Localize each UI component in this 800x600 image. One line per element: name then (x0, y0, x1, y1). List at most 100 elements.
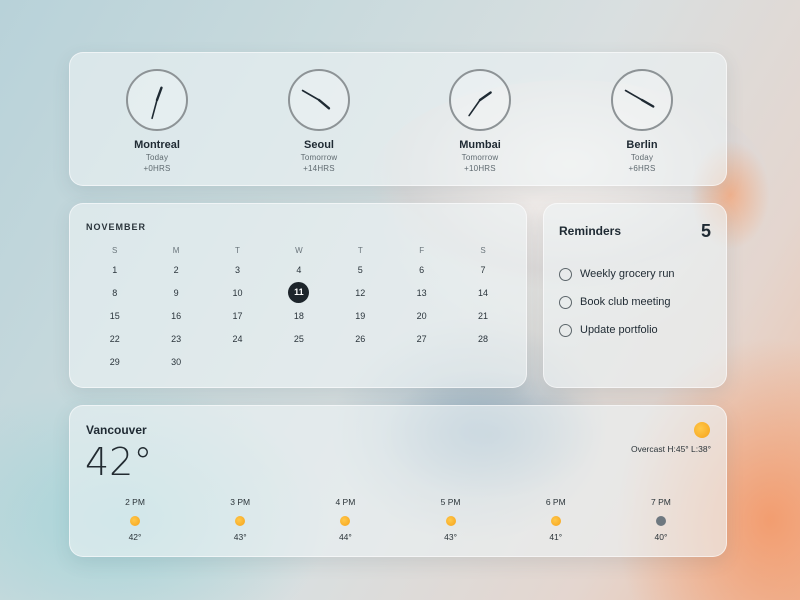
minute-hand (151, 99, 158, 120)
reminder-label: Update portfolio (580, 324, 658, 336)
calendar-day[interactable]: 15 (84, 311, 145, 321)
weather-condition: Overcast H:45° L:38° (630, 444, 711, 454)
calendar-day[interactable]: 7 (452, 265, 513, 275)
hour-temp: 44° (338, 532, 352, 542)
calendar-day[interactable]: 24 (207, 334, 268, 344)
sun-icon (130, 516, 140, 526)
clock-icon (126, 69, 188, 131)
clock-day-label: Today (145, 153, 169, 162)
calendar-day[interactable]: 1 (84, 265, 145, 275)
calendar-day[interactable]: 19 (330, 311, 391, 321)
hour-time: 6 PM (545, 497, 566, 507)
hourly-forecast: 2 PM 42° 3 PM 43° 4 PM 44° 5 PM 43° 6 PM 41° 7 PM 4… (98, 497, 698, 542)
clock-seoul[interactable]: Seoul Tomorrow +14HRS (259, 69, 379, 173)
calendar-day[interactable]: 20 (391, 311, 452, 321)
calendar-day[interactable]: 23 (145, 334, 206, 344)
checkbox-icon[interactable] (559, 267, 572, 281)
calendar-day[interactable]: 29 (84, 357, 145, 367)
clock-day-label: Tomorrow (461, 153, 499, 162)
weekday-label: S (112, 245, 118, 255)
hour-hand (155, 86, 163, 102)
hourly-item: 6 PM 41° (519, 497, 593, 542)
weather-widget[interactable]: Vancouver 42° Overcast H:45° L:38° 2 PM 4… (69, 405, 727, 557)
world-clock-widget[interactable]: Montreal Today +0HRS Seoul Tomorrow +14HRS Mum… (69, 52, 727, 186)
calendar-day-selected[interactable]: 11 (288, 282, 310, 303)
calendar-day[interactable]: 17 (207, 311, 268, 321)
hour-temp: 40° (654, 532, 668, 542)
weekday-label: F (419, 245, 425, 255)
reminder-item[interactable]: Weekly grocery run (559, 260, 675, 288)
checkbox-icon[interactable] (559, 295, 572, 309)
sun-icon (445, 516, 456, 526)
calendar-day[interactable]: 14 (452, 288, 513, 298)
hour-hand (317, 98, 331, 110)
calendar-day[interactable]: 18 (268, 311, 329, 321)
calendar-day[interactable]: 4 (268, 265, 329, 275)
calendar-day[interactable]: 10 (207, 288, 268, 298)
hourly-item: 3 PM 43° (203, 497, 277, 542)
calendar-day[interactable]: 6 (391, 265, 452, 275)
clock-day-label: Tomorrow (300, 153, 338, 162)
clock-offset-label: +10HRS (464, 164, 496, 173)
reminders-widget[interactable]: Reminders 5 Weekly grocery run Book club … (543, 203, 727, 388)
hour-temp: 41° (549, 532, 563, 542)
clock-city-label: Mumbai (459, 139, 501, 151)
calendar-day[interactable]: 13 (391, 288, 452, 298)
clock-city-label: Seoul (304, 139, 334, 151)
calendar-day[interactable]: 22 (84, 334, 145, 344)
calendar-month: NOVEMBER (86, 222, 147, 232)
calendar-day[interactable]: 16 (145, 311, 206, 321)
hour-time: 2 PM (125, 497, 145, 507)
weather-city: Vancouver (86, 423, 147, 437)
calendar-day[interactable]: 21 (452, 311, 513, 321)
clock-city-label: Berlin (626, 139, 658, 151)
calendar-day[interactable]: 2 (145, 265, 206, 275)
reminder-label: Weekly grocery run (580, 268, 675, 280)
calendar-widget[interactable]: NOVEMBER S M T W T F S 1 2 3 4 5 6 7 8 9 10 11 12 13 14 15 16 1… (69, 203, 527, 388)
clock-city-label: Montreal (134, 139, 180, 151)
hour-time: 3 PM (230, 497, 251, 507)
calendar-day[interactable]: 27 (391, 334, 452, 344)
hour-temp: 42° (128, 532, 142, 542)
clock-icon (611, 69, 673, 131)
clock-berlin[interactable]: Berlin Today +6HRS (582, 69, 702, 173)
calendar-week-row: 15 16 17 18 19 20 21 (84, 304, 514, 327)
reminders-count: 5 (700, 221, 711, 241)
clock-day-label: Today (630, 153, 654, 162)
weekday-label: W (295, 245, 303, 255)
sun-icon (694, 422, 710, 438)
calendar-day[interactable]: 3 (207, 265, 268, 275)
hour-hand (640, 98, 655, 108)
hour-time: 5 PM (440, 497, 461, 507)
reminder-label: Book club meeting (580, 296, 671, 308)
clock-montreal[interactable]: Montreal Today +0HRS (97, 69, 217, 173)
weekday-label: M (172, 245, 180, 255)
weekday-label: T (235, 245, 240, 255)
clock-mumbai[interactable]: Mumbai Tomorrow +10HRS (420, 69, 540, 173)
clock-offset-label: +6HRS (628, 164, 656, 173)
minute-hand (624, 89, 643, 101)
calendar-day[interactable]: 9 (145, 288, 206, 298)
calendar-week-row: 1234567 (84, 258, 514, 281)
reminder-item[interactable]: Book club meeting (559, 288, 675, 316)
calendar-day[interactable]: 30 (145, 357, 206, 367)
reminder-item[interactable]: Update portfolio (559, 316, 675, 344)
calendar-day[interactable]: 28 (452, 334, 513, 344)
hourly-item: 4 PM 44° (308, 497, 382, 542)
calendar-day[interactable]: 26 (330, 334, 391, 344)
calendar-day[interactable]: 25 (268, 334, 329, 344)
minute-hand (468, 99, 481, 117)
weekday-label: T (357, 245, 363, 255)
sun-icon (235, 516, 246, 526)
sun-icon (550, 516, 561, 526)
hour-time: 7 PM (651, 497, 671, 507)
clock-icon (449, 69, 511, 131)
weekday-label: S (480, 245, 486, 255)
hourly-item: 5 PM 43° (414, 497, 488, 542)
calendar-day[interactable]: 11 (268, 282, 329, 303)
calendar-day[interactable]: 12 (330, 288, 391, 298)
checkbox-icon[interactable] (559, 323, 572, 337)
calendar-day[interactable]: 8 (84, 288, 145, 298)
calendar-week-row: 22 23 24 25 26 27 28 (84, 327, 514, 350)
calendar-day[interactable]: 5 (330, 265, 391, 275)
